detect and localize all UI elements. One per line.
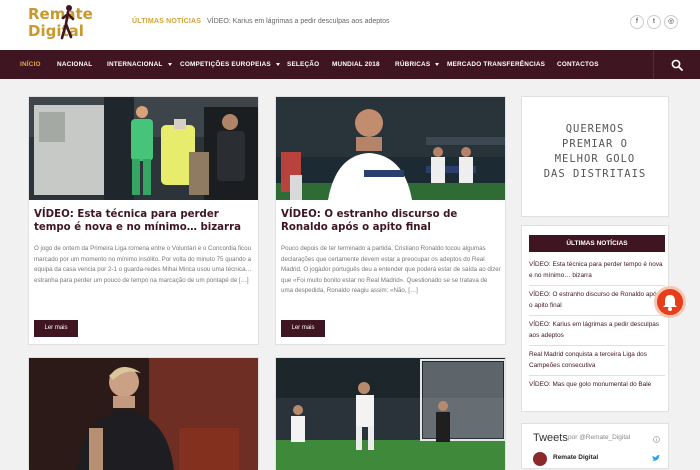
- avatar[interactable]: [533, 452, 547, 466]
- divider: [529, 315, 665, 316]
- promo-line: PREMIAR O: [562, 138, 628, 150]
- tweets-widget: Tweets por @Remate_Digital Remate Digita…: [521, 423, 669, 469]
- nav-rubricas[interactable]: RÚBRICAS: [395, 50, 440, 79]
- twitter-icon[interactable]: t: [647, 15, 661, 29]
- post-card: [28, 357, 259, 470]
- post-card: VÍDEO: Esta técnica para perder tempo é …: [28, 96, 259, 345]
- ticker-label: ÚLTIMAS NOTÍCIAS: [132, 18, 202, 25]
- nav-inicio[interactable]: INÍCIO: [20, 50, 41, 79]
- post-excerpt: O jogo de ontem da Primeira Liga romena …: [34, 245, 252, 284]
- twitter-bird-icon[interactable]: [652, 455, 660, 462]
- latest-news-title: ÚLTIMAS NOTÍCIAS: [529, 235, 665, 252]
- search-button[interactable]: [653, 50, 700, 79]
- search-icon: [671, 59, 683, 71]
- nav-rubricas-label: RÚBRICAS: [395, 61, 431, 68]
- chevron-down-icon: [435, 62, 440, 66]
- info-icon[interactable]: [653, 436, 660, 443]
- nav-competicoes[interactable]: COMPETIÇÕES EUROPEIAS: [180, 50, 280, 79]
- promo-line: DAS DISTRITAIS: [543, 168, 647, 180]
- post-card: [275, 357, 506, 470]
- notification-bell-button[interactable]: [654, 286, 686, 318]
- latest-news-item[interactable]: VÍDEO: O estranho discurso de Ronaldo ap…: [529, 290, 665, 311]
- chevron-down-icon: [275, 62, 280, 66]
- instagram-icon[interactable]: ◎: [664, 15, 678, 29]
- read-more-button[interactable]: Ler mais: [34, 320, 78, 337]
- chevron-down-icon: [167, 62, 172, 66]
- divider: [529, 345, 665, 346]
- promo-line: MELHOR GOLO: [554, 153, 636, 165]
- nav-contactos[interactable]: CONTACTOS: [557, 50, 599, 79]
- nav-selecao[interactable]: SELEÇÃO: [287, 50, 319, 79]
- site-logo[interactable]: Remate Digital: [28, 5, 120, 45]
- post-excerpt: Pouco depois de ter terminado a partida,…: [281, 245, 501, 294]
- bell-icon: [663, 295, 677, 311]
- ticker-headline[interactable]: VÍDEO: Karius em lágrimas a pedir descul…: [207, 18, 389, 25]
- promo-widget[interactable]: QUEREMOS PREMIAR O MELHOR GOLO DAS DISTR…: [521, 96, 669, 217]
- post-image[interactable]: [276, 358, 505, 470]
- latest-news-item[interactable]: VÍDEO: Karius em lágrimas a pedir descul…: [529, 320, 665, 341]
- nav-mundial[interactable]: MUNDIAL 2018: [332, 50, 380, 79]
- post-image[interactable]: [29, 358, 258, 470]
- latest-news-item[interactable]: VÍDEO: Mas que golo monumental do Bale: [529, 380, 665, 391]
- read-more-button[interactable]: Ler mais: [281, 320, 325, 337]
- tweet-author[interactable]: Remate Digital: [553, 454, 598, 461]
- nav-mercado[interactable]: MERCADO TRANSFERÊNCIAS: [447, 50, 545, 79]
- tweets-handle[interactable]: por @Remate_Digital: [568, 434, 630, 441]
- post-image[interactable]: [29, 97, 258, 200]
- facebook-icon[interactable]: f: [630, 15, 644, 29]
- post-title[interactable]: VÍDEO: O estranho discurso de Ronaldo ap…: [281, 208, 501, 234]
- promo-line: QUEREMOS: [565, 123, 625, 135]
- post-title[interactable]: VÍDEO: Esta técnica para perder tempo é …: [34, 208, 254, 234]
- nav-internacional-label: INTERNACIONAL: [107, 61, 163, 68]
- main-nav: INÍCIO NACIONAL INTERNACIONAL COMPETIÇÕE…: [0, 50, 700, 79]
- promo-text: QUEREMOS PREMIAR O MELHOR GOLO DAS DISTR…: [522, 122, 668, 182]
- nav-nacional[interactable]: NACIONAL: [57, 50, 92, 79]
- divider: [529, 285, 665, 286]
- post-card: VÍDEO: O estranho discurso de Ronaldo ap…: [275, 96, 506, 345]
- latest-news-item[interactable]: Real Madrid conquista a terceira Liga do…: [529, 350, 665, 371]
- latest-news-item[interactable]: VÍDEO: Esta técnica para perder tempo é …: [529, 260, 665, 281]
- latest-news-widget: ÚLTIMAS NOTÍCIAS VÍDEO: Esta técnica par…: [521, 225, 669, 412]
- divider: [529, 375, 665, 376]
- site-header: Remate Digital ÚLTIMAS NOTÍCIAS VÍDEO: K…: [0, 0, 700, 50]
- nav-competicoes-label: COMPETIÇÕES EUROPEIAS: [180, 61, 271, 68]
- nav-internacional[interactable]: INTERNACIONAL: [107, 50, 172, 79]
- runner-logo-icon: [60, 5, 75, 40]
- tweets-title: Tweets: [533, 432, 568, 444]
- post-image[interactable]: [276, 97, 505, 200]
